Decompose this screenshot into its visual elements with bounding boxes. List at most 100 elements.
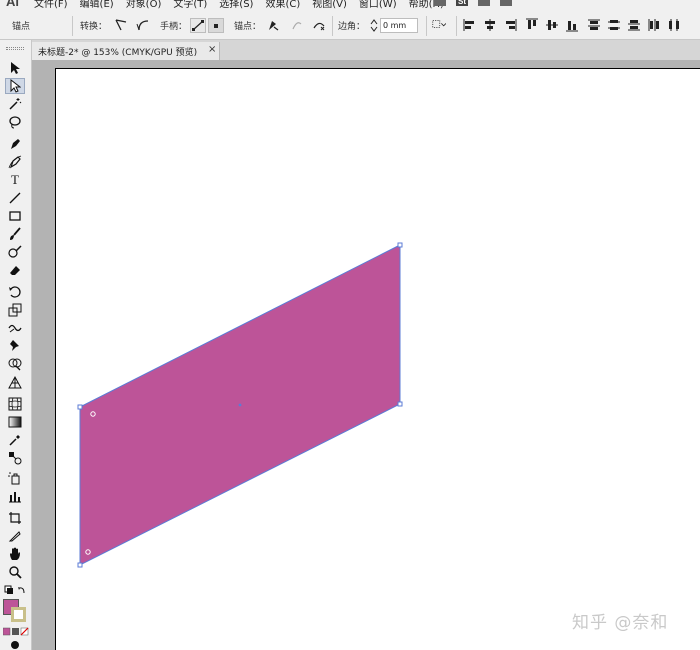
- mesh-tool[interactable]: [5, 396, 25, 412]
- show-handles-button[interactable]: [190, 18, 206, 33]
- column-graph-icon: [9, 492, 21, 503]
- type-tool[interactable]: T: [5, 172, 25, 188]
- corner-widget[interactable]: [90, 411, 96, 417]
- direct-selection-arrow-icon: [10, 79, 21, 93]
- menu-select[interactable]: 选择(S): [219, 0, 253, 10]
- cut-path-icon[interactable]: [312, 18, 326, 32]
- anchor-points-label: 锚点：: [234, 22, 262, 32]
- rotate-icon: [9, 286, 21, 298]
- default-fill-stroke-icon[interactable]: [4, 585, 28, 597]
- pen-tool[interactable]: [5, 136, 25, 152]
- distribute-vcenter-icon[interactable]: [607, 18, 621, 32]
- stock-badge[interactable]: St: [456, 0, 468, 6]
- menu-view[interactable]: 视图(V): [312, 0, 347, 10]
- separator: [332, 16, 333, 36]
- canvas-area[interactable]: [32, 60, 700, 650]
- document-tab[interactable]: 未标题-2* @ 153% (CMYK/GPU 预览) ×: [32, 42, 220, 60]
- curvature-pen-icon: [8, 155, 22, 169]
- puppet-warp-tool[interactable]: [5, 338, 25, 354]
- direct-selection-tool[interactable]: [5, 78, 25, 94]
- menu-effect[interactable]: 效果(C): [265, 0, 300, 10]
- line-segment-tool[interactable]: [5, 190, 25, 206]
- distribute-top-icon[interactable]: [587, 18, 601, 32]
- center-point: [238, 403, 242, 407]
- eyedropper-tool[interactable]: [5, 432, 25, 448]
- shaper-tool[interactable]: [5, 244, 25, 260]
- align-left-icon[interactable]: [463, 18, 477, 32]
- mesh-icon: [8, 397, 22, 411]
- feather-icon[interactable]: [500, 0, 512, 6]
- align-right-icon[interactable]: [503, 18, 517, 32]
- lasso-tool[interactable]: [5, 114, 25, 130]
- paintbrush-tool[interactable]: [5, 226, 25, 242]
- warp-tool[interactable]: [5, 320, 25, 336]
- color-mode-icons[interactable]: [3, 627, 29, 636]
- artwork[interactable]: [56, 69, 700, 650]
- distribute-hcenter-icon[interactable]: [667, 18, 681, 32]
- menu-bar: Ai 文件(F) 编辑(E) 对象(O) 文字(T) 选择(S) 效果(C) 视…: [0, 0, 700, 12]
- drawing-mode-icon[interactable]: [9, 640, 21, 650]
- app-logo: Ai: [6, 0, 19, 9]
- connect-anchor-icon: [292, 22, 302, 30]
- distribute-bottom-icon[interactable]: [627, 18, 641, 32]
- artboard-tool[interactable]: [5, 510, 25, 526]
- magic-wand-tool[interactable]: [5, 96, 25, 112]
- column-graph-tool[interactable]: [5, 488, 25, 504]
- gradient-icon: [8, 416, 22, 428]
- rotate-tool[interactable]: [5, 284, 25, 300]
- convert-corner-icon[interactable]: [114, 18, 128, 32]
- anchor-point[interactable]: [77, 562, 83, 568]
- align-bottom-icon[interactable]: [565, 18, 579, 32]
- remove-anchor-icon[interactable]: [266, 18, 280, 32]
- slice-tool[interactable]: [5, 528, 25, 544]
- hand-tool[interactable]: [5, 546, 25, 562]
- align-to-icon[interactable]: [432, 18, 446, 32]
- selection-arrow-icon: [11, 62, 20, 74]
- close-icon[interactable]: ×: [208, 44, 216, 55]
- document-tab-title: 未标题-2* @ 153% (CMYK/GPU 预览): [38, 48, 198, 58]
- align-top-icon[interactable]: [525, 18, 539, 32]
- rectangle-tool[interactable]: [5, 208, 25, 224]
- menu-edit[interactable]: 编辑(E): [80, 0, 114, 10]
- anchor-point[interactable]: [397, 401, 403, 407]
- lasso-icon: [9, 116, 21, 129]
- shape-builder-tool[interactable]: [5, 356, 25, 372]
- menu-items: 文件(F) 编辑(E) 对象(O) 文字(T) 选择(S) 效果(C) 视图(V…: [34, 0, 444, 10]
- distribute-left-icon[interactable]: [647, 18, 661, 32]
- corner-widget[interactable]: [85, 549, 91, 555]
- artboard[interactable]: [55, 68, 700, 650]
- symbol-sprayer-tool[interactable]: [5, 470, 25, 486]
- blend-tool[interactable]: [5, 450, 25, 466]
- corner-stepper-icon[interactable]: [368, 18, 380, 33]
- menu-file[interactable]: 文件(F): [34, 0, 68, 10]
- selection-tool[interactable]: [5, 60, 25, 76]
- menu-type[interactable]: 文字(T): [173, 0, 207, 10]
- perspective-grid-tool[interactable]: [5, 374, 25, 390]
- control-bar: 锚点 转换： 手柄： 锚点： 边角： 0 mm: [0, 12, 700, 40]
- scale-tool[interactable]: [5, 302, 25, 318]
- bridge-icon[interactable]: [434, 0, 446, 6]
- zoom-icon: [9, 566, 22, 579]
- magic-wand-icon: [9, 98, 22, 110]
- symbol-sprayer-icon: [8, 472, 20, 485]
- corner-radius-input[interactable]: 0 mm: [380, 18, 418, 33]
- puppet-pin-icon: [10, 340, 19, 351]
- convert-smooth-icon[interactable]: [136, 18, 150, 32]
- anchor-point[interactable]: [77, 404, 83, 410]
- menu-object[interactable]: 对象(O): [126, 0, 162, 10]
- menu-right-icons: St: [434, 0, 512, 6]
- stroke-color-swatch[interactable]: [11, 607, 26, 622]
- align-vcenter-icon[interactable]: [545, 18, 559, 32]
- zoom-tool[interactable]: [5, 564, 25, 580]
- artboard-icon: [9, 512, 21, 524]
- gradient-tool[interactable]: [5, 414, 25, 430]
- workspace-icon[interactable]: [478, 0, 490, 6]
- eyedropper-icon: [9, 435, 20, 446]
- anchor-point[interactable]: [397, 242, 403, 248]
- align-hcenter-icon[interactable]: [483, 18, 497, 32]
- hide-handles-button[interactable]: [208, 18, 224, 33]
- eraser-tool[interactable]: [5, 262, 25, 278]
- curvature-tool[interactable]: [5, 154, 25, 170]
- menu-window[interactable]: 窗口(W): [359, 0, 397, 10]
- panel-grip[interactable]: [6, 47, 24, 50]
